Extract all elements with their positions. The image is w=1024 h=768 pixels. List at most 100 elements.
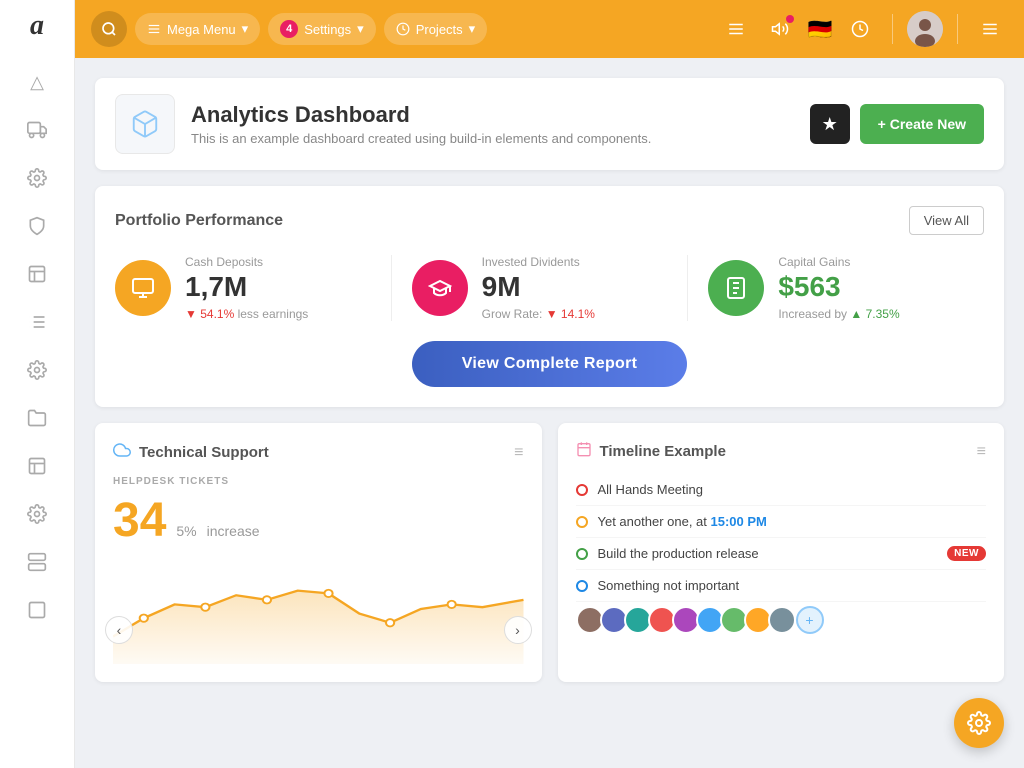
cloud-icon [113, 441, 131, 464]
capital-gains-info: Capital Gains $563 Increased by ▲ 7.35% [778, 255, 964, 321]
notification-dot [786, 15, 794, 23]
carousel-prev-button[interactable]: ‹ [105, 616, 133, 644]
user-avatar[interactable] [907, 11, 943, 47]
portfolio-stats: Cash Deposits 1,7M ▼ 54.1% less earnings [115, 255, 984, 321]
sidebar-item-12[interactable] [17, 590, 57, 630]
portfolio-card: Portfolio Performance View All Cash Depo… [95, 186, 1004, 407]
navbar: Mega Menu ▾ 4 Settings ▾ Projects ▾ 🇩🇪 [75, 0, 1024, 58]
sidebar-item-7[interactable] [17, 350, 57, 390]
invested-dividents-label: Invested Dividents [482, 255, 668, 269]
helpdesk-label: HELPDESK TICKETS [113, 476, 524, 487]
helpdesk-chart: ‹ › [113, 554, 524, 664]
bottom-cards-row: Technical Support ≡ HELPDESK TICKETS 34 … [95, 423, 1004, 682]
clock-button[interactable] [842, 11, 878, 47]
cash-deposits-value: 1,7M [185, 273, 371, 301]
cash-deposits-subtext: less earnings [238, 307, 309, 321]
megaphone-button[interactable] [762, 11, 798, 47]
main-area: Mega Menu ▾ 4 Settings ▾ Projects ▾ 🇩🇪 [75, 0, 1024, 768]
mega-menu-button[interactable]: Mega Menu ▾ [135, 13, 260, 45]
settings-label: Settings [304, 22, 351, 37]
nav-divider-2 [957, 14, 958, 44]
timeline-item-2: Yet another one, at 15:00 PM [576, 506, 987, 538]
page-title-area: Analytics Dashboard This is an example d… [191, 102, 794, 146]
invested-dividents-icon [412, 260, 468, 316]
sidebar-item-2[interactable] [17, 110, 57, 150]
timeline-item-4: Something not important [576, 570, 987, 602]
cash-deposits-icon [115, 260, 171, 316]
carousel-next-button[interactable]: › [504, 616, 532, 644]
portfolio-title: Portfolio Performance [115, 212, 283, 230]
star-button[interactable]: ★ [810, 104, 850, 144]
gear-fab-button[interactable] [954, 698, 1004, 748]
capital-gains-pct: ▲ 7.35% [850, 307, 899, 321]
sidebar-item-8[interactable] [17, 398, 57, 438]
timeline-icon [576, 441, 592, 462]
page-title: Analytics Dashboard [191, 102, 794, 128]
capital-gains-sub: Increased by ▲ 7.35% [778, 307, 964, 321]
timeline-dot-red [576, 484, 588, 496]
page-subtitle: This is an example dashboard created usi… [191, 131, 794, 146]
new-badge: NEW [947, 546, 986, 561]
sidebar-item-3[interactable] [17, 158, 57, 198]
timeline-item-1: All Hands Meeting [576, 474, 987, 506]
technical-support-label: Technical Support [139, 444, 269, 461]
page-actions: ★ + Create New [810, 104, 984, 144]
technical-support-title: Technical Support [113, 441, 269, 464]
page-header: Analytics Dashboard This is an example d… [95, 78, 1004, 170]
timeline-dot-green [576, 548, 588, 560]
content-area: Analytics Dashboard This is an example d… [75, 58, 1024, 768]
cash-deposits-label: Cash Deposits [185, 255, 371, 269]
sidebar-item-5[interactable] [17, 254, 57, 294]
app-logo: a [30, 10, 44, 42]
page-icon-box [115, 94, 175, 154]
avatar-more-button[interactable]: + [796, 606, 824, 634]
nav-divider [892, 14, 893, 44]
language-flag[interactable]: 🇩🇪 [806, 15, 834, 43]
line-chart-svg [113, 554, 524, 664]
sidebar-item-9[interactable] [17, 446, 57, 486]
invested-dividents-stat: Invested Dividents 9M Grow Rate: ▼ 14.1% [392, 255, 689, 321]
mega-menu-label: Mega Menu [167, 22, 236, 37]
invested-grow-pct: ▼ 14.1% [546, 307, 595, 321]
timeline-item-3: Build the production release NEW [576, 538, 987, 570]
cash-deposits-pct: ▼ 54.1% [185, 307, 234, 321]
timeline-card: Timeline Example ≡ All Hands Meeting Yet… [558, 423, 1005, 682]
capital-gains-label: Capital Gains [778, 255, 964, 269]
timeline-title-label: Timeline Example [600, 443, 726, 460]
timeline-text-2: Yet another one, at 15:00 PM [598, 514, 987, 529]
sidebar-item-4[interactable] [17, 206, 57, 246]
projects-button[interactable]: Projects ▾ [384, 13, 488, 45]
avatars-row: + [576, 606, 987, 634]
view-all-button[interactable]: View All [909, 206, 984, 235]
sidebar-item-6[interactable] [17, 302, 57, 342]
timeline-menu-icon[interactable]: ≡ [977, 443, 986, 461]
avatar-9 [768, 606, 796, 634]
capital-gains-stat: Capital Gains $563 Increased by ▲ 7.35% [688, 255, 984, 321]
timeline-dot-yellow [576, 516, 588, 528]
more-menu-button[interactable] [972, 11, 1008, 47]
settings-badge: 4 [280, 20, 298, 38]
timeline-text-1: All Hands Meeting [598, 482, 987, 497]
search-button[interactable] [91, 11, 127, 47]
portfolio-header: Portfolio Performance View All [115, 206, 984, 235]
cash-deposits-info: Cash Deposits 1,7M ▼ 54.1% less earnings [185, 255, 371, 321]
view-complete-report-button[interactable]: View Complete Report [412, 341, 688, 387]
sidebar-item-1[interactable]: △ [17, 62, 57, 102]
sidebar-item-10[interactable] [17, 494, 57, 534]
mega-menu-arrow: ▾ [242, 21, 249, 37]
create-new-button[interactable]: + Create New [860, 104, 984, 144]
settings-arrow: ▾ [357, 21, 364, 37]
projects-arrow: ▾ [469, 21, 476, 37]
hamburger-button[interactable] [718, 11, 754, 47]
technical-support-menu-icon[interactable]: ≡ [514, 444, 523, 462]
helpdesk-count-row: 34 5% increase [113, 493, 524, 548]
timeline-dot-blue [576, 580, 588, 592]
cash-deposits-sub: ▼ 54.1% less earnings [185, 307, 371, 321]
timeline-time: 15:00 PM [711, 514, 767, 529]
timeline-text-4: Something not important [598, 578, 987, 593]
sidebar-item-11[interactable] [17, 542, 57, 582]
helpdesk-pct: 5% [176, 523, 196, 539]
timeline-header: Timeline Example ≡ [576, 441, 987, 462]
capital-gains-icon [708, 260, 764, 316]
settings-button[interactable]: 4 Settings ▾ [268, 13, 376, 45]
